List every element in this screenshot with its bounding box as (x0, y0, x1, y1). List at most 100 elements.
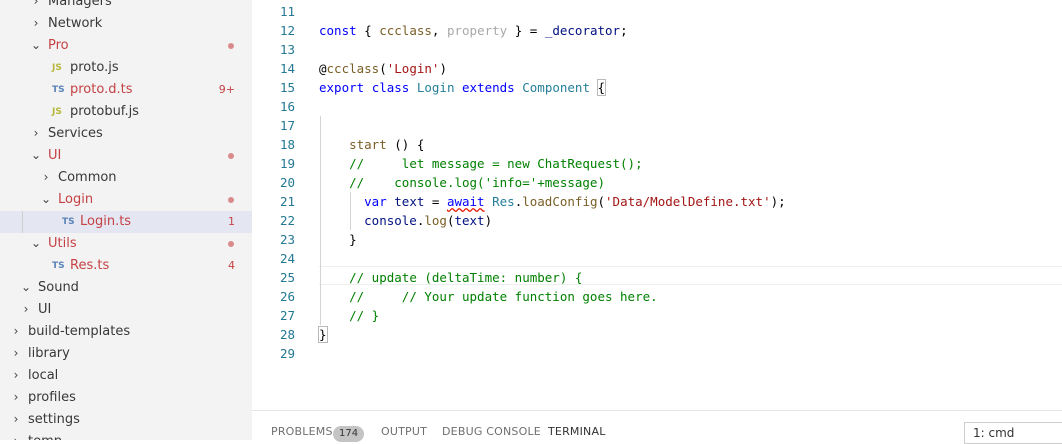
code-line[interactable]: // } (319, 306, 379, 325)
code-line[interactable]: // update (deltaTime: number) { (319, 268, 582, 287)
chevron-down-icon[interactable]: ⌄ (30, 145, 42, 167)
tab-debug-console[interactable]: DEBUG CONSOLE (442, 425, 541, 438)
code-token: extends (462, 80, 515, 95)
chevron-right-icon[interactable]: › (10, 321, 22, 343)
code-line[interactable]: var text = await Res.loadConfig('Data/Mo… (319, 192, 786, 211)
folder-profiles[interactable]: › profiles (0, 387, 252, 409)
file-res-ts[interactable]: TS Res.ts 4 (0, 255, 252, 277)
code-token: @ (319, 61, 327, 76)
code-token: _decorator (544, 23, 621, 38)
chevron-down-icon[interactable]: ⌄ (20, 277, 32, 299)
code-token: text (394, 194, 425, 209)
chevron-right-icon[interactable]: › (30, 13, 42, 35)
js-file-icon: JS (52, 63, 62, 73)
chevron-down-icon[interactable]: ⌄ (40, 189, 52, 211)
folder-ui[interactable]: ⌄ UI (0, 145, 252, 167)
chevron-right-icon[interactable]: › (30, 123, 42, 145)
folder-label: Network (48, 16, 103, 31)
chevron-right-icon[interactable]: › (40, 167, 52, 189)
code-token: Login (416, 80, 455, 95)
folder-label: temp (28, 431, 62, 440)
folder-ui[interactable]: › UI (0, 299, 252, 321)
folder-common[interactable]: › Common (0, 167, 252, 189)
code-token: 'Login' (386, 61, 440, 76)
tab-output[interactable]: OUTPUT (381, 425, 427, 438)
file-login-ts[interactable]: TS Login.ts 1 (0, 211, 252, 233)
code-token: class (371, 80, 410, 95)
chevron-right-icon[interactable]: › (10, 431, 22, 440)
folder-network[interactable]: › Network (0, 13, 252, 35)
code-token: text (454, 213, 485, 228)
folder-build-templates[interactable]: › build-templates (0, 321, 252, 343)
file-proto-d-ts[interactable]: TS proto.d.ts 9+ (0, 79, 252, 101)
chevron-down-icon[interactable]: ⌄ (30, 233, 42, 255)
code-line[interactable]: // // Your update function goes here. (319, 287, 658, 306)
chevron-right-icon[interactable]: › (10, 387, 22, 409)
code-line[interactable]: const { ccclass, property } = _decorator… (319, 21, 628, 40)
line-number: 11 (279, 4, 295, 19)
folder-services[interactable]: › Services (0, 123, 252, 145)
code-token: // let message = new ChatRequest(); (349, 156, 643, 171)
folder-label: UI (38, 302, 52, 317)
folder-managers[interactable]: › Managers (0, 0, 252, 13)
code-line[interactable]: // let message = new ChatRequest(); (319, 154, 643, 173)
folder-login[interactable]: ⌄ Login (0, 189, 252, 211)
code-token: // // Your update function goes here. (349, 289, 658, 304)
file-protobuf-js[interactable]: JS protobuf.js (0, 101, 252, 123)
line-number: 12 (279, 23, 295, 38)
code-line[interactable]: export class Login extends Component { (319, 78, 606, 97)
chevron-right-icon[interactable]: › (20, 299, 32, 321)
folder-sound[interactable]: ⌄ Sound (0, 277, 252, 299)
folder-label: profiles (28, 390, 76, 405)
folder-temp[interactable]: › temp (0, 431, 252, 440)
folder-pro[interactable]: ⌄ Pro (0, 35, 252, 57)
folder-label: Pro (48, 38, 69, 53)
code-line[interactable]: } (318, 325, 328, 344)
code-token: await (446, 194, 485, 209)
code-token: } (318, 326, 328, 343)
line-number: 26 (279, 289, 295, 304)
code-token: loadConfig (522, 194, 598, 209)
line-number: 23 (279, 232, 295, 247)
tab-terminal[interactable]: TERMINAL (548, 425, 606, 438)
code-token: ccclass (326, 61, 380, 76)
js-file-icon: JS (52, 107, 62, 117)
chevron-right-icon[interactable]: › (10, 365, 22, 387)
code-line[interactable]: } (319, 230, 357, 249)
file-proto-js[interactable]: JS proto.js (0, 57, 252, 79)
code-token: export (319, 80, 365, 95)
chevron-right-icon[interactable]: › (10, 409, 22, 431)
folder-label: UI (48, 148, 62, 163)
tab-problems[interactable]: PROBLEMS (271, 425, 333, 438)
code-token: log (424, 213, 447, 228)
chevron-right-icon[interactable]: › (30, 0, 42, 13)
terminal-select[interactable]: 1: cmd (964, 422, 1062, 444)
folder-utils[interactable]: ⌄ Utils (0, 233, 252, 255)
code-line[interactable]: console.log(text) (319, 211, 492, 230)
folder-label: library (28, 346, 70, 361)
chevron-down-icon[interactable]: ⌄ (30, 35, 42, 57)
code-token: } = (507, 23, 545, 38)
explorer-sidebar: › Managers › Network ⌄ Pro JS proto.js TS proto.d… (0, 0, 252, 440)
code-editor[interactable]: 11 12 const { ccclass, property } = _decor… (252, 0, 1062, 410)
chevron-right-icon[interactable]: › (10, 343, 22, 365)
code-line[interactable]: start () { (319, 135, 424, 154)
problem-count-badge: 4 (228, 259, 235, 272)
ts-file-icon: TS (62, 217, 75, 227)
line-number: 20 (279, 175, 295, 190)
folder-settings[interactable]: › settings (0, 409, 252, 431)
code-line[interactable]: // console.log('info='+message) (319, 173, 605, 192)
ts-file-icon: TS (52, 261, 65, 271)
code-line[interactable]: @ccclass('Login') (319, 59, 447, 78)
folder-local[interactable]: › local (0, 365, 252, 387)
code-token: console (364, 213, 417, 228)
folder-library[interactable]: › library (0, 343, 252, 365)
code-token: } (319, 232, 357, 247)
code-token: ccclass (379, 23, 432, 38)
code-token: ; (620, 23, 628, 38)
